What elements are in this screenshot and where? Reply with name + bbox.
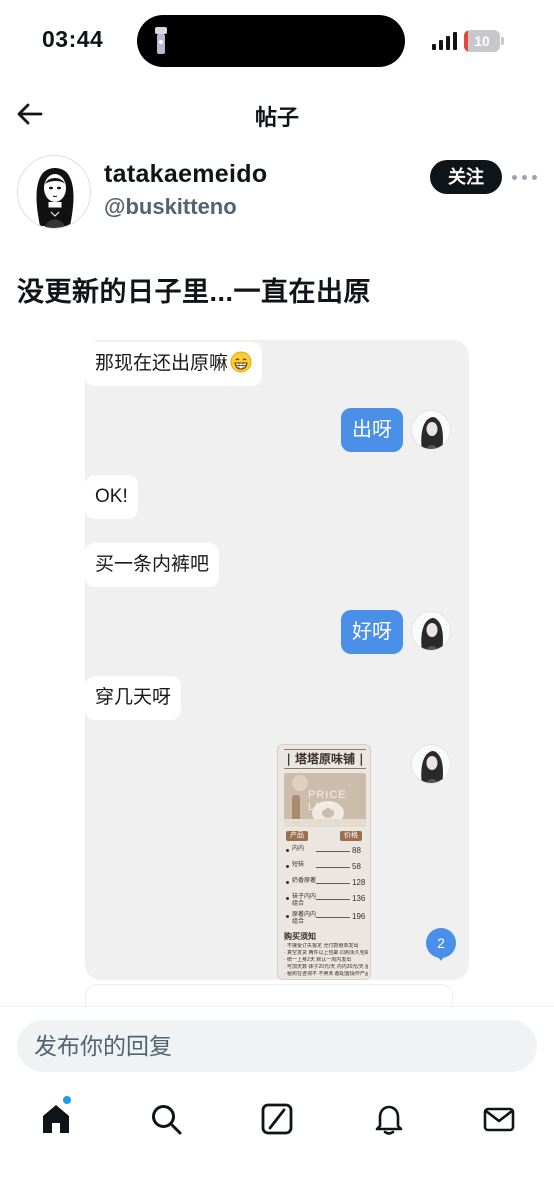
post-text: 没更新的日子里...一直在出原 [17, 277, 372, 307]
price-card-photo: PRICE LIST [284, 773, 366, 827]
top-header: 帖子 [0, 90, 554, 138]
chat-message-left: 买一条内裤吧 [85, 543, 220, 587]
status-time: 03:44 [42, 26, 104, 52]
price-list-row: 短袜 58 [286, 861, 366, 875]
post-image-chat-screenshot[interactable]: 那现在还出原嘛 出呀 OK! 买一条内裤吧 好呀 穿几天呀 | 塔塔原味铺 | [85, 340, 469, 980]
battery-percentage: 10 [474, 33, 490, 49]
badge-tail [436, 954, 446, 961]
home-notification-dot [63, 1096, 71, 1104]
author-avatar[interactable] [17, 155, 91, 229]
more-horizontal-icon[interactable] [512, 165, 538, 189]
price-card-notice-title: 购买须知 [284, 932, 316, 941]
home-icon[interactable] [39, 1102, 73, 1136]
price-card-notice: · 不接受订失报定 允付款继单发出 · 真空发货 两件以上包邮 同购永久包邮 ·… [284, 943, 368, 977]
chat-message-right: 好呀 [341, 610, 403, 654]
search-icon[interactable] [149, 1102, 183, 1136]
chat-avatar [411, 744, 451, 784]
price-list-row: 内内 88 [286, 845, 366, 859]
chat-avatar [411, 611, 451, 651]
price-card-title: | 塔塔原味铺 | [284, 749, 366, 769]
price-card-col-price: 价格 [340, 831, 362, 841]
chat-message-left: 那现在还出原嘛 [85, 342, 263, 386]
status-bar: 03:44 10 [0, 0, 554, 80]
chat-message-left: 穿几天呀 [85, 676, 182, 720]
bottom-tab-bar [0, 1088, 554, 1200]
chat-message-right: 出呀 [341, 408, 403, 452]
dynamic-island [137, 15, 405, 67]
battery-icon: 10 [464, 30, 504, 52]
price-list-row: 原著内内组合 196 [286, 911, 366, 925]
flashlight-icon [155, 27, 167, 54]
signal-icon [432, 32, 457, 50]
price-card-photo-text: PRICE LIST [308, 789, 347, 813]
grok-icon[interactable] [260, 1102, 294, 1136]
price-list-row: 袜子内内组合 136 [286, 893, 366, 907]
price-card-col-product: 产品 [286, 831, 308, 841]
mail-icon[interactable] [482, 1102, 516, 1136]
chat-message-left: OK! [85, 475, 138, 519]
author-handle[interactable]: @buskitteno [104, 194, 237, 220]
reply-bar: 发布你的回复 [0, 1006, 554, 1088]
price-list-card: | 塔塔原味铺 | PRICE LIST 产品 价格 内内 88 短袜 58 奶香原… [277, 744, 371, 980]
follow-button[interactable]: 关注 [430, 160, 502, 194]
price-list-row: 奶香原著 128 [286, 877, 366, 891]
reply-input[interactable]: 发布你的回复 [17, 1020, 537, 1072]
bell-icon[interactable] [372, 1102, 406, 1136]
chat-avatar [411, 410, 451, 450]
grinning-face-icon [230, 351, 252, 373]
author-display-name[interactable]: tatakaemeido [104, 160, 267, 189]
chat-message-text: 那现在还出原嘛 [95, 353, 229, 374]
avatar-illustration [18, 156, 90, 228]
page-title: 帖子 [254, 105, 299, 130]
